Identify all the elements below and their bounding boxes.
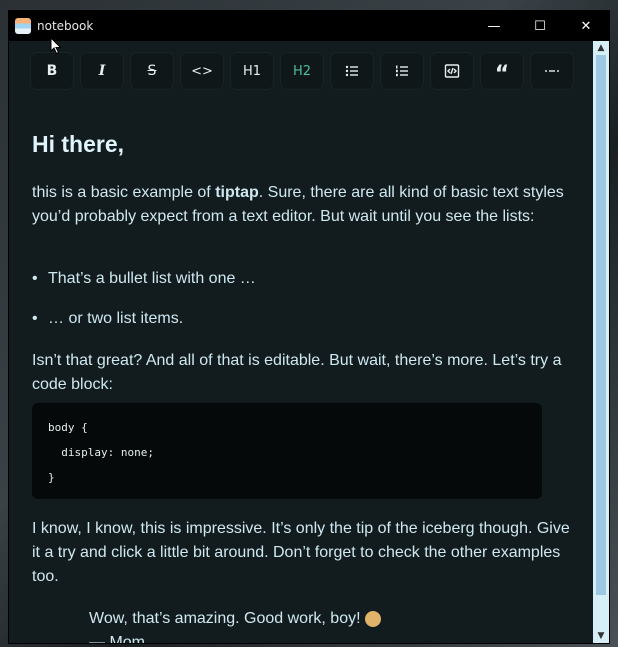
bullet-list-button[interactable] (331, 53, 373, 89)
title-bar: notebook — ☐ ✕ (9, 11, 609, 41)
list-item: … or two list items. (32, 307, 256, 347)
code-line: display: none; (48, 446, 154, 459)
quote-text: Wow, that’s amazing. Good work, boy! (89, 610, 361, 627)
bullet-list-icon (345, 65, 358, 77)
heading2-button[interactable]: H2 (281, 53, 323, 89)
scrollbar-thumb[interactable] (596, 55, 606, 595)
app-window: notebook — ☐ ✕ B I S <> H1 H2 “ Hi there… (8, 10, 610, 644)
code-line: body { (48, 421, 88, 434)
app-icon (15, 18, 31, 34)
maximize-button[interactable]: ☐ (517, 11, 563, 41)
ordered-list-button[interactable] (381, 53, 423, 89)
strikethrough-icon: S (147, 63, 157, 79)
vertical-scrollbar[interactable]: ▲ ▼ (593, 41, 609, 643)
editor-content[interactable]: B I S <> H1 H2 “ Hi there, this is a bas… (9, 41, 593, 643)
italic-icon: I (98, 63, 106, 79)
code-icon: <> (191, 63, 213, 79)
quote-icon: “ (494, 62, 510, 87)
ordered-list-icon (396, 65, 408, 77)
intro-text-pre: this is a basic example of (32, 184, 216, 201)
list-item: That’s a bullet list with one … (32, 267, 256, 307)
formatting-toolbar: B I S <> H1 H2 “ (31, 53, 573, 89)
heading1-button[interactable]: H1 (231, 53, 273, 89)
close-button[interactable]: ✕ (563, 11, 609, 41)
bold-icon: B (46, 63, 58, 79)
code-intro-paragraph: Isn’t that great? And all of that is edi… (32, 352, 562, 393)
strikethrough-button[interactable]: S (131, 53, 173, 89)
scroll-down-arrow-icon[interactable]: ▼ (593, 629, 609, 643)
closing-paragraph: I know, I know, this is impressive. It’s… (32, 520, 570, 585)
code-line: } (48, 471, 55, 484)
code-block-icon (444, 64, 460, 78)
heading2-icon: H2 (292, 63, 312, 79)
intro-paragraph: this is a basic example of tiptap. Sure,… (32, 181, 572, 229)
mouse-cursor-icon (50, 37, 62, 55)
bold-button[interactable]: B (31, 53, 73, 89)
blockquote-button[interactable]: “ (481, 53, 523, 89)
blockquote: Wow, that’s amazing. Good work, boy! — M… (89, 607, 381, 643)
bullet-list: That’s a bullet list with one … … or two… (32, 267, 256, 347)
horizontal-rule-icon (545, 70, 559, 72)
window-title: notebook (37, 19, 94, 33)
quote-author: — Mom (89, 634, 145, 643)
intro-text-bold: tiptap (215, 184, 259, 201)
close-icon: ✕ (580, 18, 592, 34)
maximize-icon: ☐ (534, 18, 546, 34)
code-block: body { display: none; } (32, 403, 542, 499)
clapping-hands-icon (364, 610, 381, 627)
document-heading: Hi there, (32, 131, 125, 157)
minimize-icon: — (487, 18, 501, 34)
minimize-button[interactable]: — (471, 11, 517, 41)
heading1-icon: H1 (242, 63, 262, 79)
italic-button[interactable]: I (81, 53, 123, 89)
code-block-button[interactable] (431, 53, 473, 89)
scroll-up-arrow-icon[interactable]: ▲ (593, 41, 609, 55)
horizontal-rule-button[interactable] (531, 53, 573, 89)
inline-code-button[interactable]: <> (181, 53, 223, 89)
